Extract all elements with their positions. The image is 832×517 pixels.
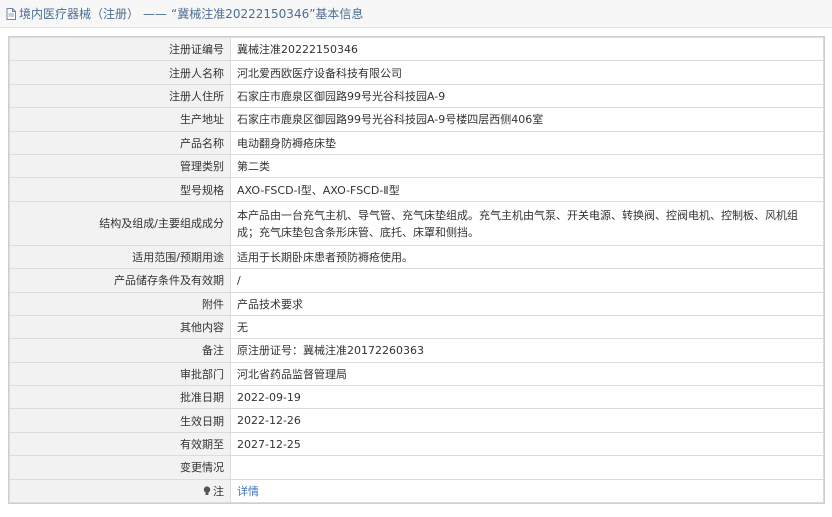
table-row: 管理类别 第二类 [9, 153, 824, 179]
row-label: 注册人名称 [9, 60, 231, 85]
table-row: 适用范围/预期用途 适用于长期卧床患者预防褥疮使用。 [9, 244, 824, 270]
row-label: 适用范围/预期用途 [9, 244, 231, 270]
table-row: 备注 原注册证号：冀械注准20172260363 [9, 338, 824, 363]
row-value: 2027-12-25 [230, 431, 824, 457]
table-row: 产品名称 电动翻身防褥疮床垫 [9, 130, 824, 155]
table-row: 有效期至 2027-12-25 [9, 431, 824, 457]
note-label-text: 注 [213, 484, 224, 498]
table-row: 注 详情 [9, 478, 824, 504]
row-value: 2022-12-26 [230, 408, 824, 433]
note-label-cell: 注 [9, 478, 231, 504]
row-value: 无 [230, 314, 824, 340]
table-row: 批准日期 2022-09-19 [9, 385, 824, 410]
table-row: 型号规格 AXO-FSCD-Ⅰ型、AXO-FSCD-Ⅱ型 [9, 177, 824, 202]
row-value: 详情 [230, 478, 824, 504]
row-value: 适用于长期卧床患者预防褥疮使用。 [230, 244, 824, 270]
info-panel: 注册证编号 冀械注准20222150346 注册人名称 河北爱西欧医疗设备科技有… [8, 36, 825, 505]
breadcrumb-category: 境内医疗器械（注册） [19, 7, 140, 21]
row-label: 管理类别 [9, 153, 231, 179]
table-row: 注册人住所 石家庄市鹿泉区御园路99号光谷科技园A-9 [9, 83, 824, 109]
row-value: 河北省药品监督管理局 [230, 361, 824, 387]
lightbulb-icon [203, 486, 211, 496]
table-row: 审批部门 河北省药品监督管理局 [9, 361, 824, 387]
table-row: 变更情况 [9, 455, 824, 480]
table-row: 注册证编号 冀械注准20222150346 [9, 36, 824, 62]
table-row: 附件 产品技术要求 [9, 291, 824, 316]
row-value: / [230, 268, 824, 293]
document-icon [6, 7, 16, 20]
info-table: 注册证编号 冀械注准20222150346 注册人名称 河北爱西欧医疗设备科技有… [9, 36, 824, 504]
row-value: 冀械注准20222150346 [230, 36, 824, 62]
row-value: 石家庄市鹿泉区御园路99号光谷科技园A-9号楼四层西侧406室 [230, 107, 824, 132]
row-label: 变更情况 [9, 455, 231, 480]
row-label: 生效日期 [9, 408, 231, 433]
table-row: 其他内容 无 [9, 314, 824, 340]
row-value: AXO-FSCD-Ⅰ型、AXO-FSCD-Ⅱ型 [230, 177, 824, 202]
row-value: 产品技术要求 [230, 291, 824, 316]
row-value: 电动翻身防褥疮床垫 [230, 130, 824, 155]
row-label: 型号规格 [9, 177, 231, 202]
row-label: 附件 [9, 291, 231, 316]
row-label: 注册人住所 [9, 83, 231, 109]
row-label: 结构及组成/主要组成成分 [9, 200, 231, 246]
row-value: 2022-09-19 [230, 385, 824, 410]
row-label: 备注 [9, 338, 231, 363]
row-label: 有效期至 [9, 431, 231, 457]
page-title: “冀械注准20222150346”基本信息 [171, 7, 364, 21]
row-label: 产品储存条件及有效期 [9, 268, 231, 293]
note-label: 注 [203, 483, 224, 499]
table-row: 生效日期 2022-12-26 [9, 408, 824, 433]
table-row: 生产地址 石家庄市鹿泉区御园路99号光谷科技园A-9号楼四层西侧406室 [9, 107, 824, 132]
row-label: 生产地址 [9, 107, 231, 132]
row-value: 原注册证号：冀械注准20172260363 [230, 338, 824, 363]
row-label: 批准日期 [9, 385, 231, 410]
row-label: 产品名称 [9, 130, 231, 155]
page-header: 境内医疗器械（注册） —— “冀械注准20222150346”基本信息 [0, 0, 832, 28]
row-value: 石家庄市鹿泉区御园路99号光谷科技园A-9 [230, 83, 824, 109]
table-row: 注册人名称 河北爱西欧医疗设备科技有限公司 [9, 60, 824, 85]
row-label: 审批部门 [9, 361, 231, 387]
row-value [230, 455, 824, 480]
table-row: 结构及组成/主要组成成分 本产品由一台充气主机、导气管、充气床垫组成。充气主机由… [9, 200, 824, 246]
breadcrumb-separator: —— [143, 6, 168, 21]
table-row: 产品储存条件及有效期 / [9, 268, 824, 293]
row-value: 本产品由一台充气主机、导气管、充气床垫组成。充气主机由气泵、开关电源、转换阀、控… [230, 200, 824, 246]
row-value: 河北爱西欧医疗设备科技有限公司 [230, 60, 824, 85]
details-link[interactable]: 详情 [237, 485, 259, 498]
row-label: 注册证编号 [9, 36, 231, 62]
row-label: 其他内容 [9, 314, 231, 340]
row-value: 第二类 [230, 153, 824, 179]
